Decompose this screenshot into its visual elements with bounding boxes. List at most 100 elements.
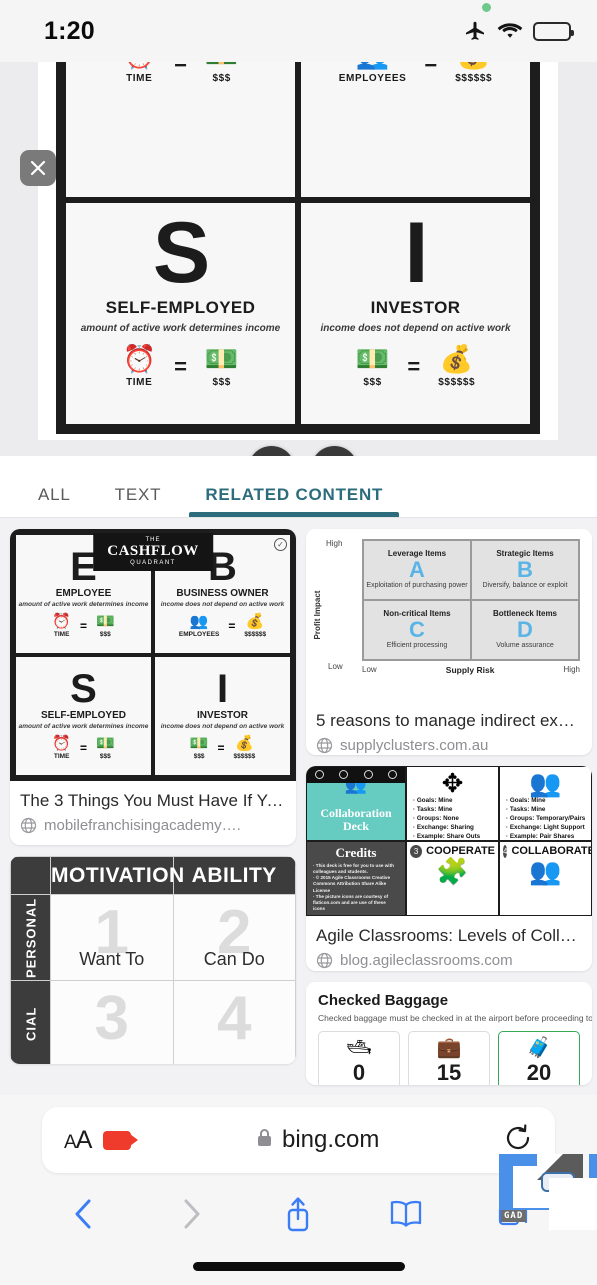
matrix-cell-1: 1 Want To [50,894,174,982]
badge-cashflow: CASHFLOW [107,543,199,559]
baggage-option-0[interactable]: 🛥 0 [318,1030,400,1085]
equals-sign: = [79,741,87,755]
text-size-button[interactable]: AA [64,1126,92,1155]
back-button[interactable] [58,1192,110,1236]
floating-overlay-widget[interactable]: GAD [497,1152,597,1230]
reload-icon [506,1123,530,1149]
card-thumbnail: MOTIVATION ABILITY PERSONAL 1 Want To 2 [10,856,296,1065]
result-card-agile[interactable]: 👥 Collaboration Deck ✥ · Goals: Mine · T… [306,765,592,971]
matrix-cell-4: 4 [172,980,296,1065]
agile-toolbar-strip [307,766,405,783]
cell-desc: Efficient processing [386,642,448,650]
card-title[interactable]: The 3 Things You Must Have If Yo… [20,790,286,811]
result-card-cashflow[interactable]: THE CASHFLOW QUADRANT ✓ E EMPLOYEE amoun… [10,529,296,846]
matrix-cell-3: 3 [50,980,174,1065]
card-meta: Agile Classrooms: Levels of Colla… blog.… [306,916,592,971]
status-time: 1:20 [44,16,95,45]
globe-icon [316,737,333,754]
quadrant-letter: S [152,205,210,301]
result-card-kraljic[interactable]: Profit Impact High Low Leverage Items A … [306,529,592,755]
mini-title: BUSINESS OWNER [176,588,269,599]
url-display[interactable]: bing.com [131,1126,503,1154]
status-indicators [463,3,574,43]
money-icon: 💵 [96,613,115,630]
share-button[interactable] [272,1192,324,1236]
quadrant-right-label: $$$ [212,73,231,84]
globe-icon [316,952,333,969]
result-card-baggage[interactable]: Checked Baggage Checked baggage must be … [306,981,592,1085]
clock-icon: ⏰ [52,613,71,630]
card-meta: 5 reasons to manage indirect exp… supply… [306,701,592,755]
money-icon: 💵 [205,62,239,69]
baggage-title: Checked Baggage [318,991,449,1009]
y-axis-high-tick: High [326,539,343,548]
tab-related-content[interactable]: RELATED CONTENT [183,485,405,517]
matrix-cell-2: 2 Can Do [172,894,296,982]
mini-left-label: EMPLOYEES [178,631,220,638]
tab-text[interactable]: TEXT [93,485,184,517]
mini-cell-self-employed: S SELF-EMPLOYED amount of active work de… [14,655,153,777]
mini-subtitle: income does not depend on active work [160,601,285,608]
cell-text: Can Do [203,949,265,970]
x-axis-high-tick: High [563,665,580,674]
mini-right-label: $$$ [99,753,111,760]
mini-right-label: $$$$$$ [233,753,256,760]
card-thumbnail: Profit Impact High Low Leverage Items A … [306,529,592,701]
mini-right-label: $$$ [99,631,111,638]
home-indicator[interactable] [192,1262,405,1271]
baggage-option-15[interactable]: 💼 15 [408,1030,490,1085]
money-bag-icon: 💰 [235,735,254,752]
baggage-weight: 15 [436,1059,462,1085]
results-column-right: Profit Impact High Low Leverage Items A … [306,529,592,1085]
tab-all[interactable]: ALL [16,485,93,517]
card-title[interactable]: Agile Classrooms: Levels of Colla… [316,925,582,946]
quadrant-left-label: $$$ [363,377,382,389]
screen-recording-camera-icon[interactable] [103,1130,139,1150]
card-meta: The 3 Things You Must Have If Yo… mobile… [10,781,296,845]
people-icon: 👥 [356,62,390,69]
x-axis-low-tick: Low [362,665,377,674]
kraljic-cell-bottleneck: Bottleneck Items D Volume assurance [471,600,579,660]
agile-pane-deck: 👥 Collaboration Deck [306,765,406,841]
mini-letter: I [216,667,229,711]
agile-pane-collaborate: 4 COLLABORATE 👥 [499,840,592,916]
cell-desc: Diversify, balance or exploit [482,582,568,590]
visual-search-button[interactable] [311,446,358,456]
address-bar[interactable]: AA bing.com [42,1107,555,1173]
related-content-results[interactable]: THE CASHFLOW QUADRANT ✓ E EMPLOYEE amoun… [0,519,597,1095]
viewer-image[interactable]: EMPLOYEE amount of active work determine… [38,62,558,440]
overlay-label: GAD [501,1210,527,1222]
checked-baggage-graphic: Checked Baggage Checked baggage must be … [306,981,592,1085]
share-icon [288,1197,309,1232]
close-button[interactable] [20,150,56,186]
money-icon: 💵 [355,344,390,375]
quadrant-cell-investor: I INVESTOR income does not depend on act… [298,200,533,427]
result-card-motivation[interactable]: MOTIVATION ABILITY PERSONAL 1 Want To 2 [10,856,296,1065]
card-title[interactable]: 5 reasons to manage indirect exp… [316,710,582,731]
people-icon: 👥 [189,613,209,630]
mini-letter: S [70,667,97,711]
quadrant-left-label: TIME [126,377,153,389]
agile-pane-pair-list: · Goals: Mine · Tasks: Mine · Groups: Te… [506,796,586,841]
quadrant-subtitle: amount of active work determines income [80,323,281,335]
quadrant-cell-employee: EMPLOYEE amount of active work determine… [63,62,298,200]
cashflow-quadrant-graphic: EMPLOYEE amount of active work determine… [56,62,540,434]
quadrant-right-label: $$$$$$ [455,73,493,84]
quadrant-right-label: $$$ [212,377,231,389]
equals-sign: = [407,354,421,380]
bookmarks-button[interactable] [380,1192,432,1236]
equals-sign: = [217,741,225,755]
book-icon [390,1200,422,1227]
quadrant-subtitle: income does not depend on active work [320,323,511,335]
baggage-option-20[interactable]: 🧳 20 [498,1030,580,1085]
cell-number: 4 [217,983,252,1053]
column-header-ability: ABILITY [172,856,296,896]
text-extract-button[interactable]: Tt [248,446,295,456]
equals-sign: = [79,619,87,633]
image-viewer: EMPLOYEE amount of active work determine… [0,62,597,456]
baggage-weight: 0 [352,1059,366,1085]
quadrant-cell-business-owner: BUSINESS OWNER income does not depend on… [298,62,533,200]
mini-left-label: TIME [53,753,70,760]
target-icon [339,770,349,780]
network-people-icon: 👥 [529,855,562,886]
